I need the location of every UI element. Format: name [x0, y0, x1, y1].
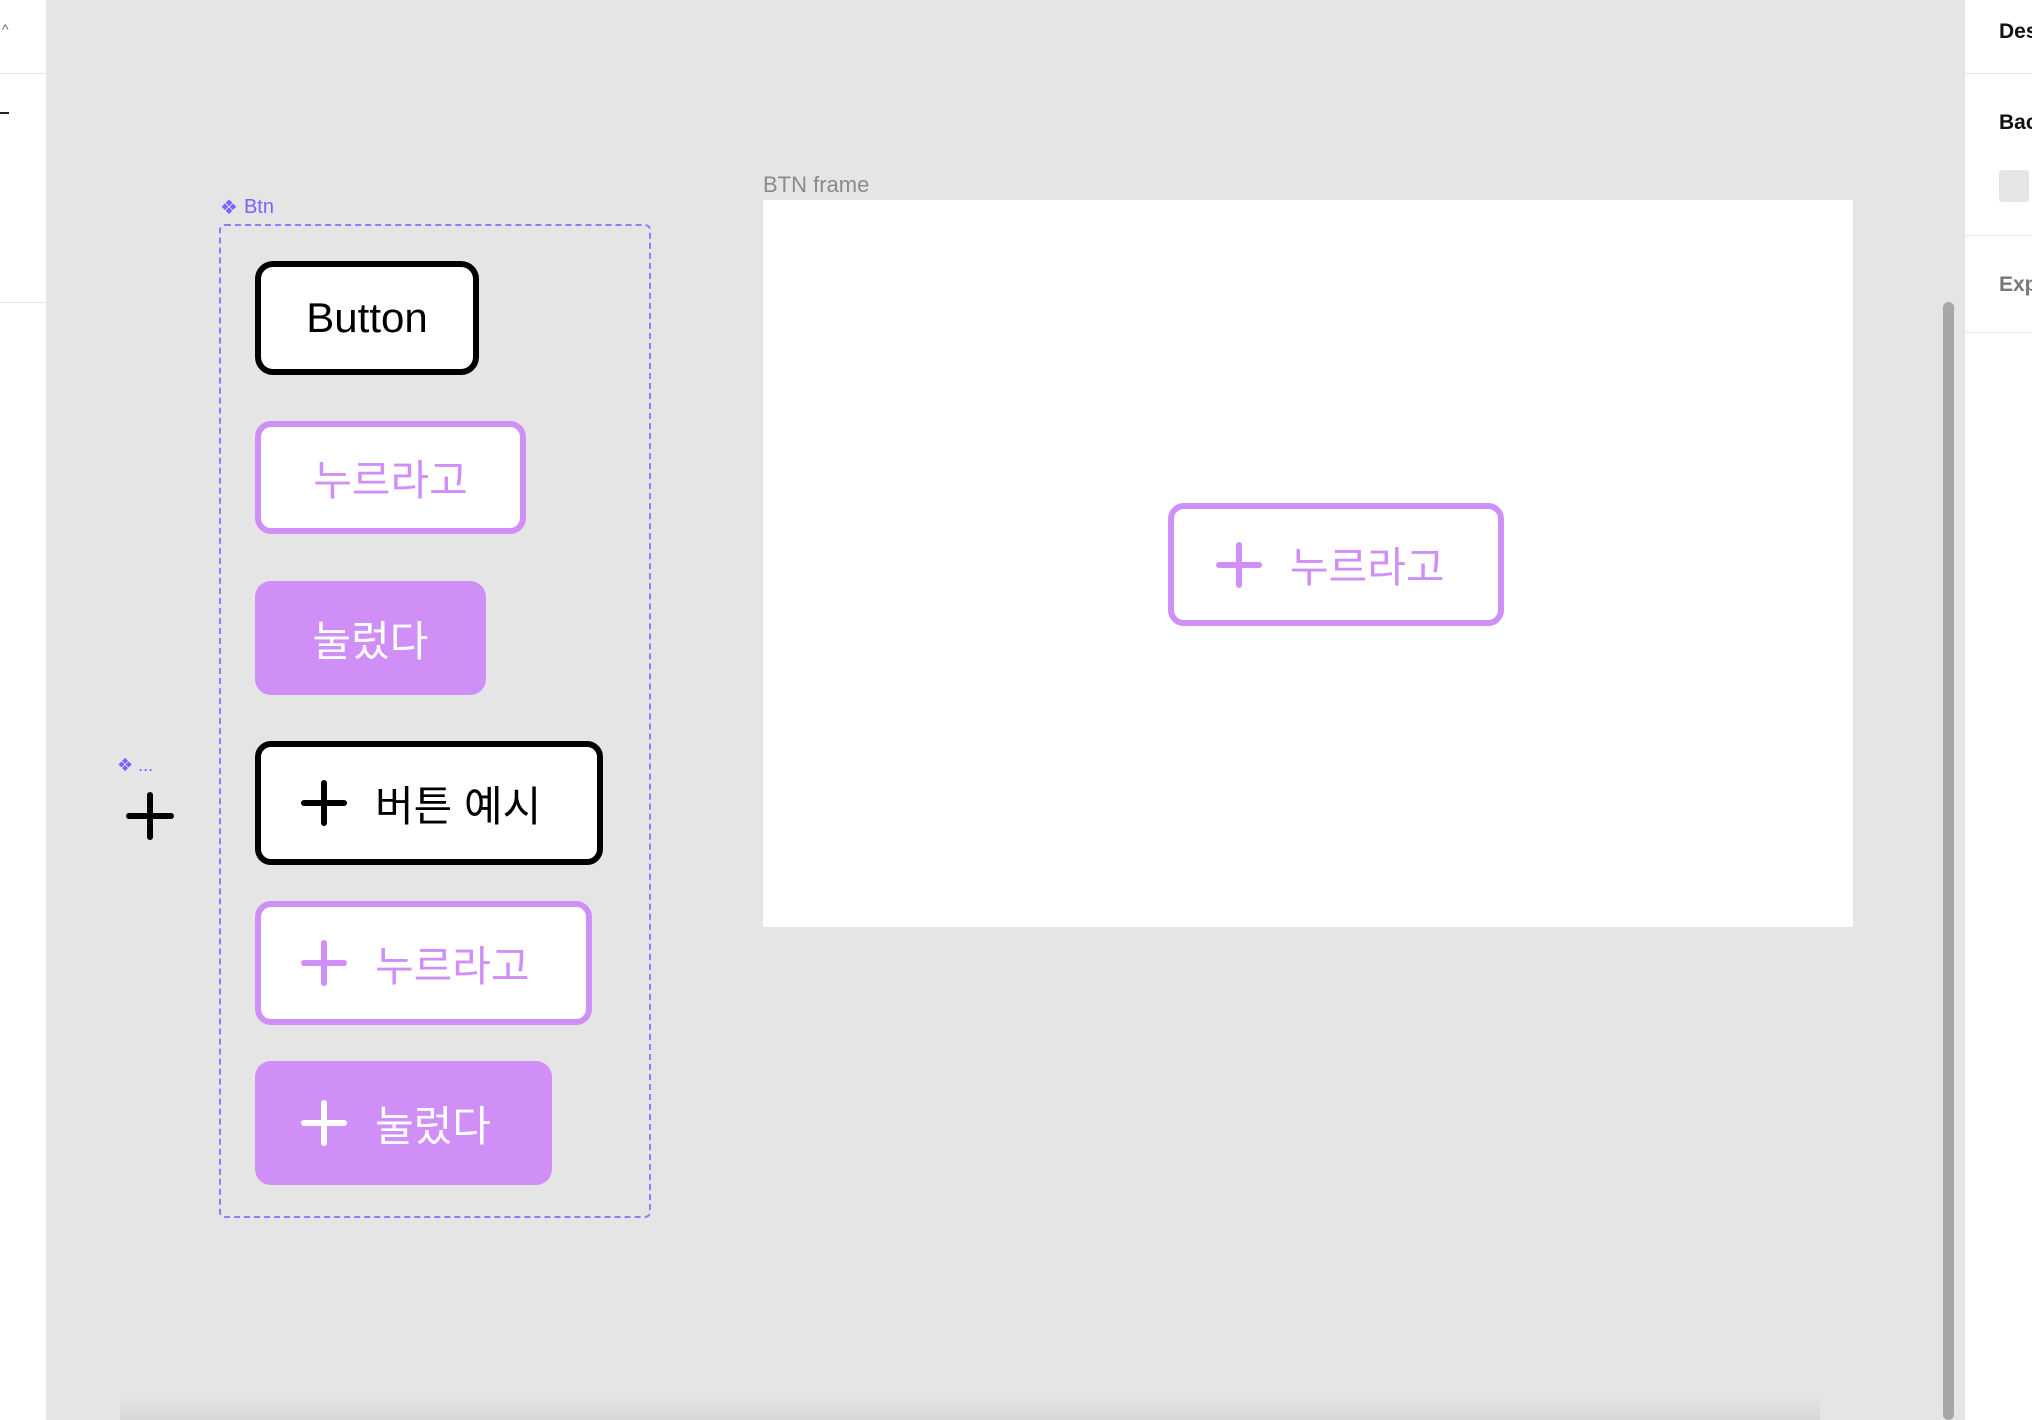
button-icon-variant-hover[interactable]: 누르라고 [255, 901, 592, 1025]
panel-divider [1965, 332, 2032, 333]
button-label: 눌렀다 [375, 1102, 491, 1150]
component-set-name: Btn [243, 196, 274, 218]
button-icon-variant-pressed[interactable]: 눌렀다 [255, 1061, 552, 1185]
export-section-label[interactable]: Exp [1999, 273, 2032, 297]
button-icon-variant-default[interactable]: 버튼 예시 [255, 741, 603, 865]
component-set-label[interactable]: ❖ Btn [220, 196, 274, 219]
chevron-up-icon[interactable]: ^ [2, 22, 9, 36]
panel-divider [0, 302, 46, 303]
button-variant-hover[interactable]: 누르라고 [255, 421, 526, 534]
design-tab[interactable]: Des [1999, 20, 2032, 44]
plus-icon [301, 1100, 347, 1146]
button-label: 누르라고 [375, 942, 530, 990]
background-color-swatch[interactable] [1999, 170, 2029, 202]
icon-component-label[interactable]: ❖ ... [117, 756, 153, 774]
frame-button-instance[interactable]: 누르라고 [1168, 503, 1504, 626]
button-variant-pressed[interactable]: 눌렀다 [255, 581, 486, 695]
frame-label[interactable]: BTN frame [763, 172, 869, 198]
button-label: 누르라고 [1290, 544, 1445, 591]
background-section-label: Bac [1999, 111, 2032, 134]
plus-icon [301, 940, 347, 986]
button-label: 누르라고 [313, 457, 468, 504]
button-label: 눌렀다 [312, 617, 429, 665]
plus-icon [301, 780, 347, 826]
properties-panel: Des Bac Exp [1964, 0, 2032, 1420]
plus-icon[interactable] [126, 792, 174, 840]
button-label: 버튼 예시 [375, 782, 542, 830]
component-set-icon: ❖ [220, 196, 238, 219]
button-variant-default[interactable]: Button [255, 261, 479, 375]
canvas-shadow [120, 1395, 1820, 1420]
minus-icon[interactable] [0, 112, 9, 114]
button-label: Button [306, 294, 428, 341]
layers-panel: ^ [0, 0, 47, 1420]
panel-divider [0, 73, 46, 74]
plus-icon [1216, 541, 1262, 588]
vertical-scrollbar[interactable] [1943, 302, 1954, 1420]
panel-divider [1965, 235, 2032, 236]
panel-divider [1965, 73, 2032, 74]
